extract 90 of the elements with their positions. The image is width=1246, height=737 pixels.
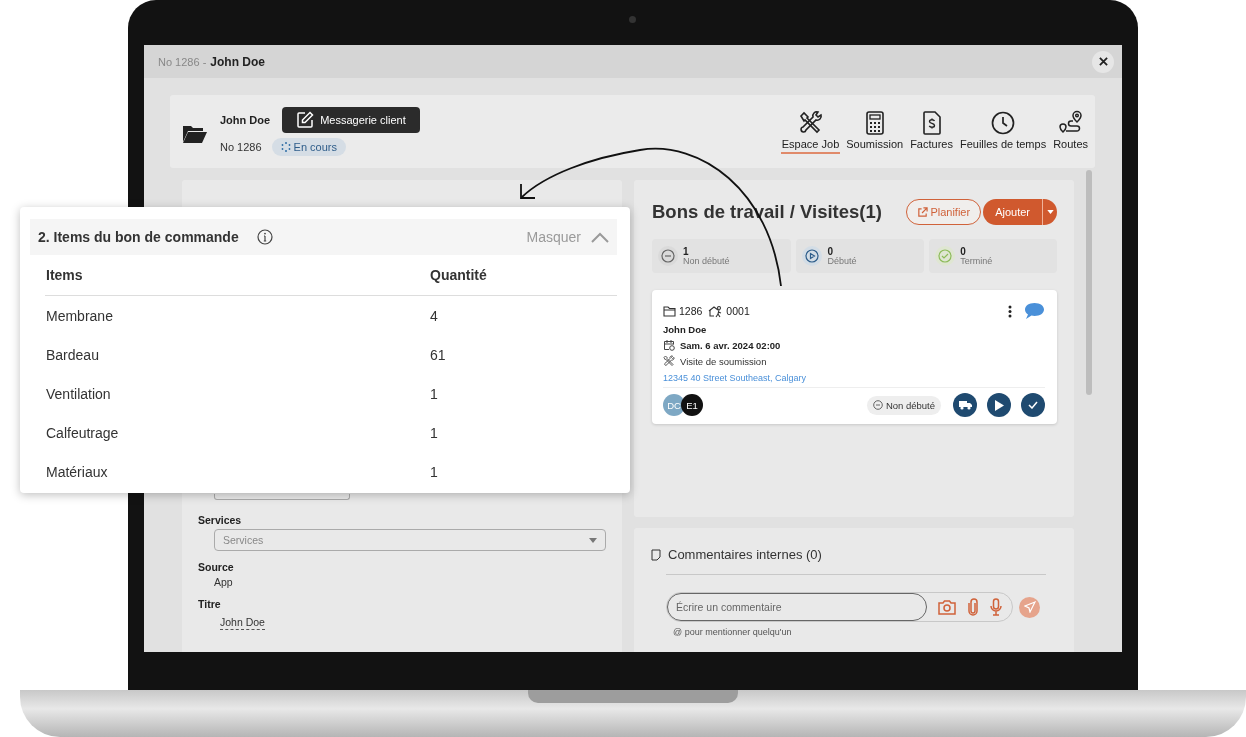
status-icon [802, 246, 823, 266]
table-cell-text: Matériaux [45, 462, 109, 482]
visit-card[interactable]: 1286 0001 John Doe Sam. 6 avr. 2024 02:00 Visite de soumission 12345 40 Street Southeast, Calgary DC E1 Non débuté [652, 290, 1057, 424]
nav-tab[interactable]: Feuilles de temps [958, 109, 1048, 154]
status-icon [658, 246, 678, 266]
scrollbar[interactable] [1086, 170, 1092, 395]
travel-button[interactable] [953, 393, 977, 417]
nav-tab[interactable]: Soumission [845, 109, 905, 154]
table-cell-text: Ventilation [45, 384, 112, 404]
status-count: 0 [960, 246, 967, 257]
tools-icon [663, 355, 675, 367]
tools-icon [797, 109, 824, 136]
camera-icon[interactable] [938, 599, 956, 615]
visit-type: Visite de soumission [680, 355, 767, 367]
play-icon [994, 399, 1004, 411]
avatar[interactable]: E1 [681, 394, 703, 416]
editable-title[interactable]: John Doe [220, 616, 265, 630]
send-icon [1023, 601, 1036, 613]
status-count: 1 [683, 246, 690, 257]
client-name: John Doe [663, 324, 707, 335]
table-cell-text: Calfeutrage [45, 423, 120, 443]
section-title: 2. Items du bon de commande [38, 229, 239, 245]
edit-icon [296, 111, 315, 129]
microphone-icon[interactable] [990, 598, 1002, 616]
status-label: Non débuté [683, 256, 730, 266]
field-label: Titre [198, 598, 221, 610]
chat-bubble-icon[interactable] [1024, 302, 1045, 320]
complete-button[interactable] [1021, 393, 1045, 417]
job-number: 1286 [679, 305, 703, 317]
address-link[interactable]: 12345 40 Street Southeast, Calgary [663, 373, 807, 383]
status-counter[interactable]: 0 Débuté [796, 239, 925, 273]
nav-tab[interactable]: Factures [909, 109, 954, 154]
add-menu-button[interactable] [1042, 199, 1057, 225]
table-cell-text: 1 [429, 384, 439, 404]
info-icon[interactable] [256, 229, 273, 245]
mention-hint: @ pour mentionner quelqu'un [673, 627, 792, 637]
close-icon [1098, 57, 1108, 66]
start-button[interactable] [987, 393, 1011, 417]
field-value: App [214, 576, 233, 588]
clock-icon [990, 109, 1017, 136]
client-messaging-button[interactable]: Messagerie client [282, 107, 420, 133]
spinner-icon [280, 142, 291, 152]
more-button[interactable] [1008, 304, 1012, 318]
nav-tab[interactable]: Espace Job [780, 109, 841, 154]
table-cell-text: Bardeau [45, 345, 100, 365]
calendar-clock-icon [663, 339, 675, 351]
visit-number: 0001 [726, 305, 750, 317]
status-label: Débuté [827, 256, 857, 266]
add-button[interactable]: Ajouter [983, 199, 1042, 225]
job-number: No 1286 [220, 141, 262, 153]
caret-icon [589, 537, 597, 543]
more-icon [1008, 304, 1012, 318]
table-cell: 4 [429, 295, 617, 335]
worker-icon [708, 304, 724, 318]
minus-circle-icon [872, 400, 883, 410]
status-label: En cours [293, 141, 337, 153]
status-icon [935, 246, 956, 266]
truck-icon [958, 400, 972, 410]
folder-icon [663, 305, 676, 317]
note-icon [651, 548, 661, 561]
caret-icon [1046, 210, 1054, 214]
table-cell-text: 61 [429, 345, 447, 365]
job-number: No 1286 - [158, 55, 207, 68]
status-counter[interactable]: 1 Non débuté [652, 239, 792, 273]
field-label: Source [198, 561, 234, 573]
status-label: Terminé [960, 256, 993, 266]
client-name: John Doe [220, 114, 271, 126]
comment-input[interactable]: Écrire un commentaire [667, 593, 927, 621]
route-icon [1057, 109, 1084, 136]
folder-icon [182, 123, 208, 144]
chevron-icon [591, 231, 609, 243]
table-cell-text: 1 [429, 462, 439, 482]
external-link-icon [917, 206, 929, 218]
check-icon [1028, 401, 1038, 409]
status-count: 0 [827, 246, 834, 257]
paperclip-icon[interactable] [967, 598, 979, 616]
nav-tab[interactable]: Routes [1052, 109, 1089, 154]
camera-dot [629, 16, 636, 23]
status-label: Non débuté [885, 399, 935, 411]
window-title: John Doe [210, 54, 265, 69]
column-header: Items [45, 255, 429, 296]
table-cell-text: 1 [429, 423, 439, 443]
table-cell: Membrane [45, 295, 429, 335]
field-label: Services [198, 514, 242, 526]
dropdown-field[interactable] [214, 494, 350, 500]
status-counter[interactable]: 0 Terminé [929, 239, 1057, 273]
comments-title: Commentaires internes (0) [668, 547, 822, 562]
close-button[interactable] [1092, 50, 1114, 73]
column-header: Quantité [429, 255, 617, 296]
visit-date: Sam. 6 avr. 2024 02:00 [680, 339, 781, 351]
